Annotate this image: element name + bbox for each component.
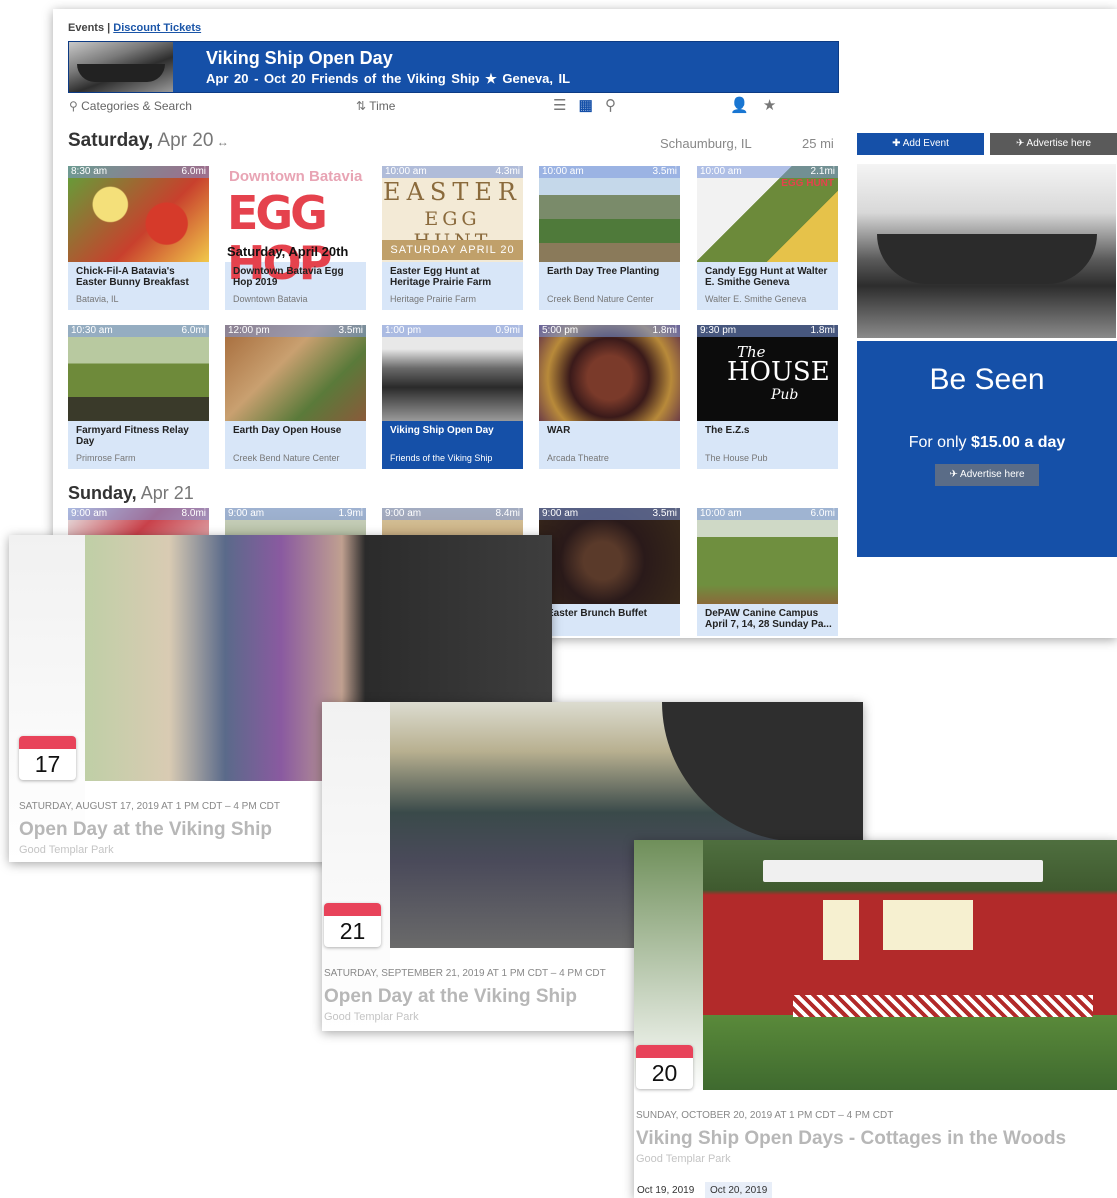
day-heading-saturday: Saturday, Apr 20 ↔ bbox=[68, 130, 229, 151]
categories-search[interactable]: ⚲ Categories & Search bbox=[69, 99, 192, 113]
sidebar-ad-image bbox=[857, 164, 1116, 338]
search-icon: ⚲ bbox=[69, 99, 78, 113]
event-venue: Downtown Batavia bbox=[233, 294, 308, 304]
event-venue: Friends of the Viking Ship bbox=[390, 453, 493, 463]
calendar-date-icon: 20 bbox=[636, 1045, 693, 1089]
sort-icon: ⇅ bbox=[356, 99, 367, 113]
event-name: Earth Day Open House bbox=[233, 425, 342, 436]
event-name: WAR bbox=[547, 425, 571, 436]
day-heading-sunday: Sunday, Apr 21 bbox=[68, 483, 194, 503]
event-card[interactable]: 3.5mi 9:00 am Easter Brunch Buffet bbox=[539, 508, 680, 636]
event-title[interactable]: Viking Ship Open Days - Cottages in the … bbox=[636, 1128, 1066, 1150]
event-card[interactable]: EASTER EGG HUNT SATURDAY APRIL 20 4.3mi1… bbox=[382, 166, 523, 310]
advertise-button[interactable]: ✈ Advertise here bbox=[990, 133, 1117, 155]
event-venue: Arcada Theatre bbox=[547, 453, 609, 463]
event-image bbox=[382, 325, 523, 421]
event-name: Farmyard Fitness Relay Day bbox=[76, 425, 189, 447]
event-name: Candy Egg Hunt at Walter E. Smithe Genev… bbox=[705, 266, 828, 288]
event-card[interactable]: 6.0mi 8:30 am Chick-Fil-A Batavia's Easte… bbox=[68, 166, 209, 310]
event-name: DePAW Canine Campus April 7, 14, 28 Sund… bbox=[705, 608, 832, 630]
event-venue[interactable]: Good Templar Park bbox=[19, 844, 114, 856]
facebook-event-card[interactable]: 20 SUNDAY, OCTOBER 20, 2019 AT 1 PM CDT … bbox=[634, 840, 1117, 1198]
event-card[interactable]: 6.0mi 10:00 am DePAW Canine Campus April … bbox=[697, 508, 838, 636]
event-title[interactable]: Open Day at the Viking Ship bbox=[19, 819, 272, 841]
event-name: The E.Z.s bbox=[705, 425, 750, 436]
event-image: The HOUSE Pub bbox=[697, 325, 838, 421]
event-venue: Heritage Prairie Farm bbox=[390, 294, 477, 304]
add-event-button[interactable]: ✚ Add Event bbox=[857, 133, 984, 155]
event-card[interactable]: 3.5mi 12:00 pm Earth Day Open House Creek… bbox=[225, 325, 366, 469]
event-image bbox=[539, 166, 680, 262]
event-date-line: SATURDAY, AUGUST 17, 2019 AT 1 PM CDT – … bbox=[19, 801, 281, 812]
calendar-date-icon: 17 bbox=[19, 736, 76, 780]
advertise-small-button[interactable]: ✈ Advertise here bbox=[935, 464, 1039, 486]
breadcrumb: Events | Discount Tickets bbox=[68, 22, 202, 34]
event-card-selected[interactable]: 0.9mi 1:00 pm Viking Ship Open Day Friend… bbox=[382, 325, 523, 469]
event-venue[interactable]: Good Templar Park bbox=[324, 1011, 419, 1023]
banner-subtitle: Apr 20 - Oct 20 Friends of the Viking Sh… bbox=[206, 71, 571, 86]
star-icon[interactable]: ★ bbox=[763, 97, 776, 114]
list-view-icon[interactable]: ☰ bbox=[553, 97, 566, 114]
discount-tickets-link[interactable]: Discount Tickets bbox=[113, 22, 201, 34]
event-venue: Batavia, IL bbox=[76, 294, 119, 304]
be-seen-ad: Be Seen For only $15.00 a day ✈ Advertis… bbox=[857, 341, 1117, 557]
event-image: Downtown Batavia EGG HOP Saturday, April… bbox=[225, 166, 366, 288]
be-seen-heading: Be Seen bbox=[929, 363, 1045, 396]
event-name: Earth Day Tree Planting bbox=[547, 266, 660, 277]
event-image bbox=[539, 325, 680, 421]
event-card[interactable]: 6.0mi 10:30 am Farmyard Fitness Relay Day… bbox=[68, 325, 209, 469]
banner-title: Viking Ship Open Day bbox=[206, 48, 393, 68]
event-banner[interactable]: Viking Ship Open Day Apr 20 - Oct 20 Fri… bbox=[68, 41, 839, 93]
radius-selector[interactable]: 25 mi bbox=[802, 136, 834, 151]
event-photo bbox=[703, 840, 1117, 1090]
event-image bbox=[697, 508, 838, 604]
event-venue: Creek Bend Nature Center bbox=[233, 453, 340, 463]
event-card[interactable]: The HOUSE Pub 1.8mi 9:30 pm The E.Z.s The… bbox=[697, 325, 838, 469]
event-name: Chick-Fil-A Batavia's Easter Bunny Break… bbox=[76, 266, 189, 288]
event-title[interactable]: Open Day at the Viking Ship bbox=[324, 986, 577, 1008]
event-image: EGG HUNT bbox=[697, 166, 838, 262]
event-image bbox=[539, 508, 680, 604]
event-image bbox=[68, 325, 209, 421]
event-venue: Walter E. Smithe Geneva bbox=[705, 294, 807, 304]
user-actions: 👤 ★ bbox=[730, 96, 776, 114]
time-sort[interactable]: ⇅ Time bbox=[356, 99, 395, 113]
event-name: Viking Ship Open Day bbox=[390, 425, 494, 436]
event-card[interactable]: 1.8mi 5:00 pm WAR Arcada Theatre bbox=[539, 325, 680, 469]
event-name: Downtown Batavia Egg Hop 2019 bbox=[233, 266, 344, 288]
event-image bbox=[68, 166, 209, 262]
event-venue: The House Pub bbox=[705, 453, 768, 463]
be-seen-price: For only $15.00 a day bbox=[908, 434, 1066, 451]
calendar-date-icon: 21 bbox=[324, 903, 381, 947]
event-date-line: SATURDAY, SEPTEMBER 21, 2019 AT 1 PM CDT… bbox=[324, 968, 606, 979]
banner-thumbnail bbox=[69, 42, 173, 92]
user-icon[interactable]: 👤 bbox=[730, 97, 749, 114]
event-name: Easter Egg Hunt at Heritage Prairie Farm bbox=[390, 266, 492, 288]
breadcrumb-events[interactable]: Events bbox=[68, 22, 104, 34]
event-card[interactable]: 3.5mi 10:00 am Earth Day Tree Planting Cr… bbox=[539, 166, 680, 310]
event-name: Easter Brunch Buffet bbox=[547, 608, 648, 619]
event-image: EASTER EGG HUNT SATURDAY APRIL 20 bbox=[382, 166, 523, 262]
event-venue: Creek Bend Nature Center bbox=[547, 294, 654, 304]
date-chip[interactable]: Oct 19, 2019 bbox=[632, 1182, 699, 1198]
event-card[interactable]: Downtown Batavia EGG HOP Saturday, April… bbox=[225, 166, 366, 310]
view-toggle: ☰ ▦ ⚲ bbox=[553, 96, 616, 114]
event-date-line: SUNDAY, OCTOBER 20, 2019 AT 1 PM CDT – 4… bbox=[636, 1110, 894, 1121]
location-selector[interactable]: Schaumburg, IL bbox=[660, 136, 752, 151]
event-venue: Primrose Farm bbox=[76, 453, 136, 463]
event-card[interactable]: EGG HUNT 2.1mi 10:00 am Candy Egg Hunt at… bbox=[697, 166, 838, 310]
date-chip-selected[interactable]: Oct 20, 2019 bbox=[705, 1182, 773, 1198]
event-image bbox=[225, 325, 366, 421]
grid-view-icon[interactable]: ▦ bbox=[579, 97, 593, 114]
map-view-icon[interactable]: ⚲ bbox=[605, 97, 616, 114]
event-venue[interactable]: Good Templar Park bbox=[636, 1153, 731, 1165]
